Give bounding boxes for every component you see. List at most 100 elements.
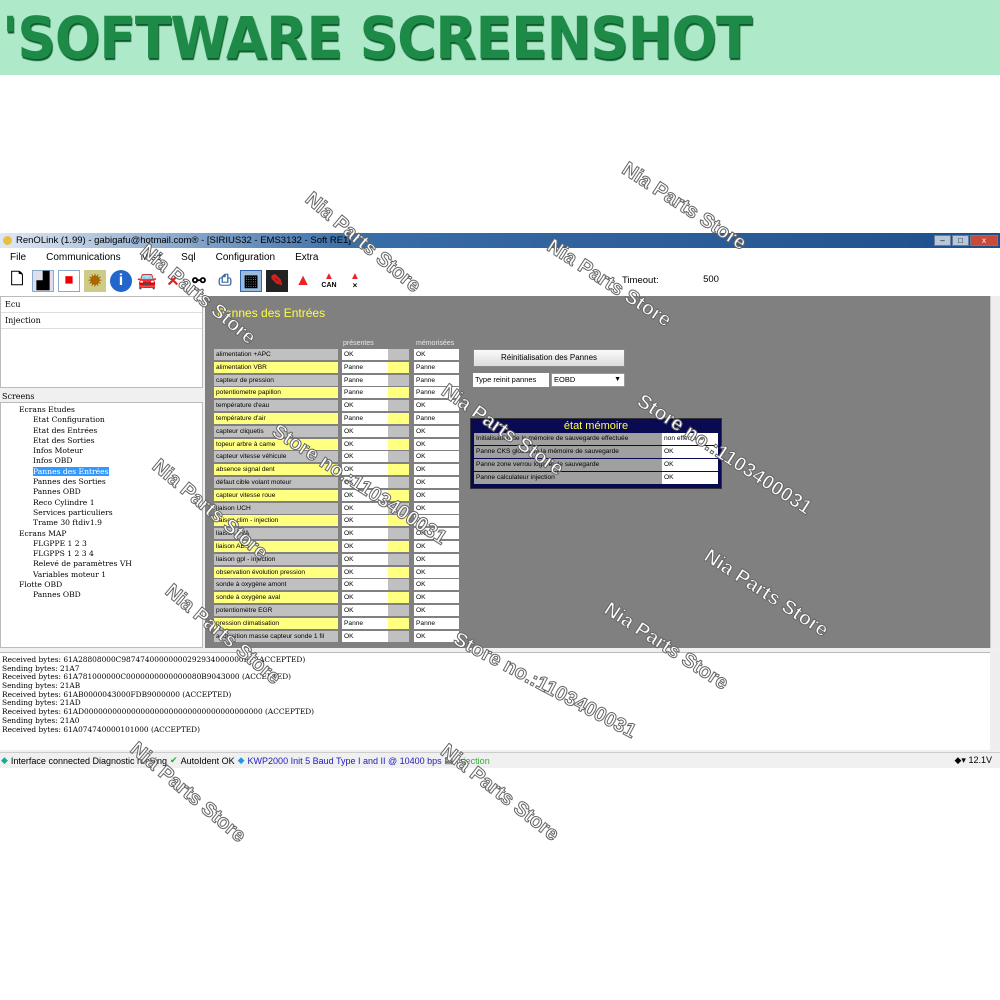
fault-memorized-value: Panne (414, 617, 459, 629)
col-header-memorized: mémorisées (416, 340, 455, 347)
fault-row: capteur cliquetis OK OK (214, 425, 459, 437)
reset-faults-button[interactable]: Réinitialisation des Pannes (473, 349, 625, 367)
timeout-input[interactable]: 500 (666, 271, 756, 289)
tree-item[interactable]: Etat des Sorties (1, 436, 202, 446)
menu-configuration[interactable]: Configuration (206, 252, 285, 263)
fault-label: sonde à oxygène aval (214, 592, 338, 604)
tree-item[interactable]: Trame 30 ftdiv1.9 (1, 518, 202, 528)
main-scrollbar[interactable] (990, 296, 1000, 648)
tree-item[interactable]: Pannes des Entrées (1, 466, 202, 477)
fault-present-value: OK (342, 553, 388, 565)
ecu-item-injection[interactable]: Injection (1, 313, 202, 329)
battery-icon: ◆▾ (954, 755, 969, 765)
tree-item-label: Infos OBD (33, 456, 73, 466)
memory-row: Initialisation de la mémoire de sauvegar… (474, 433, 718, 445)
gear-icon[interactable]: ✹ (84, 270, 106, 292)
binoculars-icon[interactable]: ⚯ (188, 270, 210, 292)
fault-label: liaison clim - injection (214, 515, 338, 527)
fault-label: liaison BVA (214, 528, 338, 540)
fault-row: sonde à oxygène aval OK OK (214, 592, 459, 604)
fault-memorized-value: OK (414, 349, 459, 360)
fault-present-indicator (388, 425, 409, 437)
tree-item[interactable]: Variables moteur 1 (1, 570, 202, 580)
tree-item[interactable]: Etat Configuration (1, 415, 202, 425)
tree-item[interactable]: Etat des Entrées (1, 426, 202, 436)
fault-memorized-value: OK (414, 489, 459, 501)
fault-present-value: OK (342, 477, 388, 488)
new-file-icon[interactable]: 🗋 (6, 270, 28, 292)
fault-label: potentiomètre EGR (214, 605, 338, 616)
tree-item[interactable]: Relevé de paramètres VH (1, 559, 202, 569)
fault-row: acquisition masse capteur sonde 1 fil OK O… (214, 630, 459, 642)
tree-item[interactable]: Pannes OBD (1, 487, 202, 497)
stop-icon[interactable]: ⏹ (58, 270, 80, 292)
menu-file[interactable]: File (0, 252, 36, 263)
fault-label: pression climatisation (214, 617, 338, 629)
maximize-button[interactable]: □ (952, 235, 969, 246)
tree-item[interactable]: Pannes OBD (1, 590, 202, 600)
tree-item[interactable]: Infos Moteur (1, 446, 202, 456)
car-scan-icon[interactable]: 🚘 (136, 270, 158, 292)
fault-present-value: OK (342, 451, 388, 463)
fault-label: capteur vitesse roue (214, 489, 338, 501)
info-icon[interactable]: i (110, 270, 132, 292)
warning-icon[interactable]: ▲ (292, 270, 314, 292)
fault-label: température d'eau (214, 400, 338, 412)
tree-item[interactable]: FLGPPS 1 2 3 4 (1, 549, 202, 559)
tree-item[interactable]: Services particuliers (1, 508, 202, 518)
memory-label: Panne zone verrou logiciel de sauvegarde (474, 459, 662, 471)
step-icon[interactable]: ▟ (32, 270, 54, 292)
fault-present-value: OK (342, 528, 388, 540)
minimize-button[interactable]: – (934, 235, 951, 246)
memory-value: OK (662, 472, 718, 484)
ecu-list: Ecu Injection (0, 296, 203, 388)
fault-present-value: OK (342, 349, 388, 360)
memory-value: OK (662, 459, 718, 471)
menu-extra[interactable]: Extra (285, 252, 328, 263)
menu-communications[interactable]: Communications (36, 252, 130, 263)
voltage-display: ◆▾ 12.1V (955, 755, 992, 766)
memory-row: Panne CKS global de la mémoire de sauveg… (474, 446, 718, 458)
fault-label: observation évolution pression (214, 566, 338, 578)
fault-memorized-value: OK (414, 400, 459, 412)
tree-item[interactable]: Ecrans Etudes (1, 405, 202, 415)
fault-row: topeur arbre à came OK OK (214, 438, 459, 450)
protocol-status: KWP2000 Init 5 Baud Type I and II @ 1040… (247, 755, 442, 766)
close-button[interactable]: x (970, 235, 998, 246)
tree-item[interactable]: Infos OBD (1, 456, 202, 466)
settings-panel-icon[interactable]: ▦ (240, 270, 262, 292)
tree-item[interactable]: Pannes des Sorties (1, 477, 202, 487)
log-line: Received bytes: 61A074740000101000 (ACCE… (2, 724, 200, 734)
printer-icon[interactable]: ⎙ (214, 270, 236, 292)
reset-type-select[interactable]: EOBD ▼ (551, 373, 625, 387)
timeout-label: Timeout: (622, 275, 659, 286)
tree-item-label: Ecrans Etudes (19, 405, 75, 414)
log-scrollbar[interactable] (990, 652, 1000, 750)
tree-item-label: Infos Moteur (33, 446, 83, 456)
check-icon: ✔ (170, 755, 178, 765)
log-line: Received bytes: 61AD00000000000000000000… (2, 707, 315, 717)
fault-present-indicator (388, 502, 409, 514)
menu-sql[interactable]: Sql (171, 252, 205, 263)
tree-item-label: Etat Configuration (33, 415, 105, 425)
delete-icon[interactable]: ✕ (162, 270, 184, 292)
interface-icon: ◆ (1, 755, 8, 765)
fault-label: capteur vitesse véhicule (214, 451, 338, 463)
fault-present-indicator (388, 464, 409, 476)
tree-item[interactable]: Flotte OBD (1, 580, 202, 590)
warning-can-icon[interactable]: ▲ CAN (318, 270, 340, 292)
reset-type-value: EOBD (554, 375, 576, 384)
tree-item[interactable]: FLGPPE 1 2 3 (1, 539, 202, 549)
tree-item[interactable]: Reco Cylindre 1 (1, 498, 202, 508)
tree-item[interactable]: Ecrans MAP (1, 529, 202, 539)
fault-row: absence signal dent OK OK (214, 464, 459, 476)
menu-misc[interactable]: Misc (131, 252, 172, 263)
fault-memorized-value: OK (414, 605, 459, 616)
fault-present-indicator (388, 374, 409, 386)
memory-value: OK (662, 446, 718, 458)
memory-value: non effectuée (662, 433, 718, 445)
fault-present-indicator (388, 605, 409, 616)
warning-x-icon[interactable]: ▲ × (344, 270, 366, 292)
connector-icon[interactable]: ✎ (266, 270, 288, 292)
fault-row: observation évolution pression OK OK (214, 566, 459, 578)
